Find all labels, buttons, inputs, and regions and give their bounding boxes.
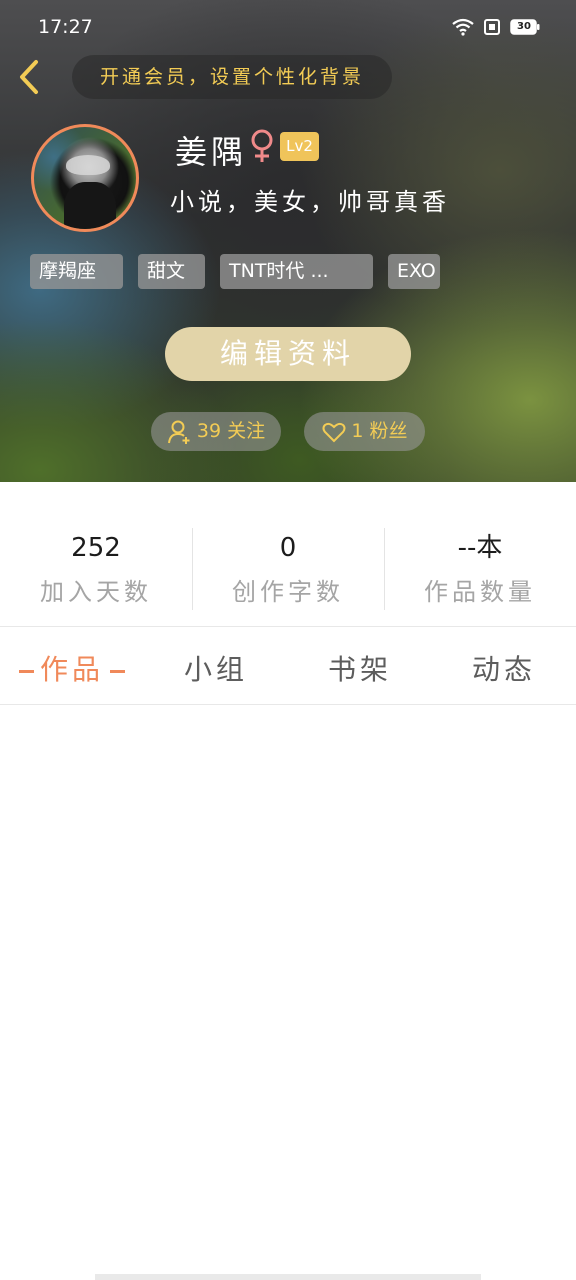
profile-page: 17:27 30 开通会员，设置个性化背景 姜隅 Lv2 小说，美女，帅哥真香 …	[0, 0, 576, 1280]
active-tab-indicator	[18, 669, 34, 673]
status-bar: 17:27 30	[0, 0, 576, 56]
following-button[interactable]: 39 关注	[151, 412, 281, 451]
stat-label: 加入天数	[40, 578, 152, 606]
battery-icon: 30	[510, 19, 540, 35]
stat-word-count: 0 创作字数	[192, 530, 384, 607]
user-bio: 小说，美女，帅哥真香	[170, 188, 450, 216]
divider	[0, 626, 576, 627]
followers-count: 1 粉丝	[351, 420, 408, 442]
tag-item[interactable]: 摩羯座	[30, 254, 123, 289]
edit-profile-button[interactable]: 编辑资料	[165, 327, 411, 381]
female-icon	[251, 129, 273, 162]
profile-header-background: 17:27 30 开通会员，设置个性化背景 姜隅 Lv2 小说，美女，帅哥真香 …	[0, 0, 576, 482]
profile-tabs: 作品 小组 书架 动态	[0, 628, 576, 704]
back-button[interactable]	[14, 58, 48, 96]
tab-groups[interactable]: 小组	[144, 648, 288, 688]
tab-label: 动态	[471, 653, 536, 686]
heart-icon	[322, 422, 346, 442]
avatar-figure	[64, 182, 116, 229]
tag-list: 摩羯座 甜文 TNT时代 ... EXO	[30, 254, 550, 290]
tag-item[interactable]: TNT时代 ...	[220, 254, 373, 289]
followers-button[interactable]: 1 粉丝	[304, 412, 425, 451]
stat-value: --本	[457, 533, 503, 563]
tab-bookshelf[interactable]: 书架	[288, 648, 432, 688]
level-badge: Lv2	[280, 132, 319, 161]
user-name: 姜隅	[175, 133, 248, 171]
tag-item[interactable]: EXO	[388, 254, 440, 289]
stat-join-days: 252 加入天数	[0, 530, 192, 607]
tab-label: 作品	[39, 653, 104, 686]
chevron-left-icon	[20, 60, 38, 94]
stat-value: 0	[279, 533, 297, 563]
stat-value: 252	[71, 533, 121, 563]
status-time: 17:27	[38, 16, 93, 38]
stats-panel: 252 加入天数 0 创作字数 --本 作品数量	[0, 482, 576, 628]
avatar[interactable]	[31, 124, 139, 232]
home-indicator[interactable]	[95, 1274, 481, 1280]
stat-label: 作品数量	[424, 578, 536, 606]
stat-label: 创作字数	[232, 578, 344, 606]
sim-icon	[484, 19, 500, 35]
tab-works[interactable]: 作品	[0, 648, 144, 688]
wifi-icon	[452, 18, 474, 36]
tab-label: 小组	[183, 653, 248, 686]
tab-label: 书架	[327, 653, 392, 686]
battery-level: 30	[517, 21, 531, 32]
avatar-helmet	[66, 155, 110, 175]
vip-upgrade-banner[interactable]: 开通会员，设置个性化背景	[72, 55, 392, 99]
tab-content-area	[0, 705, 576, 1265]
stat-works-count: --本 作品数量	[384, 530, 576, 607]
tag-item[interactable]: 甜文	[138, 254, 205, 289]
tab-activity[interactable]: 动态	[432, 648, 576, 688]
user-add-icon	[167, 420, 190, 444]
following-count: 39 关注	[196, 420, 266, 442]
active-tab-indicator	[110, 669, 125, 673]
status-icons: 30	[452, 18, 540, 36]
